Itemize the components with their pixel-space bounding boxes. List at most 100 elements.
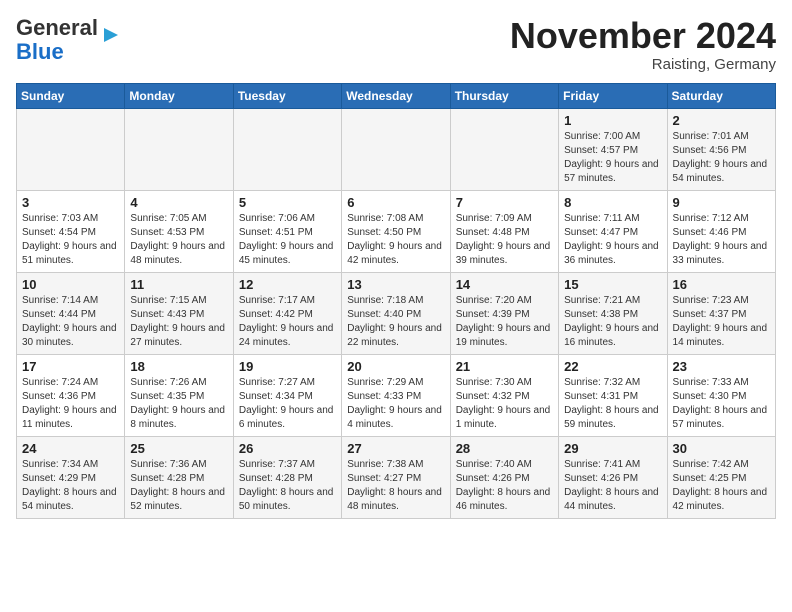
title-block: November 2024 Raisting, Germany bbox=[510, 16, 776, 73]
calendar-cell-w1-d1: 4 Sunrise: 7:05 AM Sunset: 4:53 PM Daylig… bbox=[125, 190, 233, 272]
calendar-cell-w4-d5: 29Sunrise: 7:41 AM Sunset: 4:26 PM Dayli… bbox=[559, 436, 667, 518]
day-info: Sunrise: 7:36 AM Sunset: 4:28 PM Dayligh… bbox=[130, 458, 227, 514]
day-header-saturday: Saturday bbox=[667, 83, 775, 108]
day-info: Sunrise: 7:18 AM Sunset: 4:40 PM Dayligh… bbox=[347, 294, 444, 350]
day-number: 28 bbox=[456, 441, 553, 456]
calendar-cell-w4-d3: 27 Sunrise: 7:38 AM Sunset: 4:27 PM Dayli… bbox=[342, 436, 450, 518]
calendar-cell-w3-d1: 18 Sunrise: 7:26 AM Sunset: 4:35 PM Dayli… bbox=[125, 354, 233, 436]
calendar-cell-w3-d4: 21Sunrise: 7:30 AM Sunset: 4:32 PM Dayli… bbox=[450, 354, 558, 436]
calendar-cell-w2-d4: 14 Sunrise: 7:20 AM Sunset: 4:39 PM Dayli… bbox=[450, 272, 558, 354]
day-info: Sunrise: 7:33 AM Sunset: 4:30 PM Dayligh… bbox=[673, 376, 770, 432]
day-number: 27 bbox=[347, 441, 444, 456]
day-info: Sunrise: 7:23 AM Sunset: 4:37 PM Dayligh… bbox=[673, 294, 770, 350]
calendar-table: SundayMondayTuesdayWednesdayThursdayFrid… bbox=[16, 83, 776, 519]
calendar-cell-w2-d2: 12 Sunrise: 7:17 AM Sunset: 4:42 PM Dayli… bbox=[233, 272, 341, 354]
day-info: Sunrise: 7:00 AM Sunset: 4:57 PM Dayligh… bbox=[564, 130, 661, 186]
calendar-cell-w2-d6: 16 Sunrise: 7:23 AM Sunset: 4:37 PM Dayli… bbox=[667, 272, 775, 354]
location: Raisting, Germany bbox=[510, 56, 776, 73]
calendar-cell-w0-d1 bbox=[125, 108, 233, 190]
day-info: Sunrise: 7:11 AM Sunset: 4:47 PM Dayligh… bbox=[564, 212, 661, 268]
calendar-cell-w1-d5: 8 Sunrise: 7:11 AM Sunset: 4:47 PM Daylig… bbox=[559, 190, 667, 272]
day-info: Sunrise: 7:37 AM Sunset: 4:28 PM Dayligh… bbox=[239, 458, 336, 514]
calendar-cell-w0-d2 bbox=[233, 108, 341, 190]
day-number: 5 bbox=[239, 195, 336, 210]
day-info: Sunrise: 7:08 AM Sunset: 4:50 PM Dayligh… bbox=[347, 212, 444, 268]
day-number: 22 bbox=[564, 359, 661, 374]
calendar-cell-w0-d0 bbox=[17, 108, 125, 190]
day-number: 24 bbox=[22, 441, 119, 456]
day-number: 10 bbox=[22, 277, 119, 292]
calendar-body: 1 Sunrise: 7:00 AM Sunset: 4:57 PM Daylig… bbox=[17, 108, 776, 518]
day-number: 25 bbox=[130, 441, 227, 456]
day-info: Sunrise: 7:27 AM Sunset: 4:34 PM Dayligh… bbox=[239, 376, 336, 432]
day-number: 12 bbox=[239, 277, 336, 292]
day-number: 15 bbox=[564, 277, 661, 292]
calendar-cell-w1-d4: 7Sunrise: 7:09 AM Sunset: 4:48 PM Daylig… bbox=[450, 190, 558, 272]
calendar-cell-w4-d2: 26 Sunrise: 7:37 AM Sunset: 4:28 PM Dayli… bbox=[233, 436, 341, 518]
calendar-cell-w0-d6: 2Sunrise: 7:01 AM Sunset: 4:56 PM Daylig… bbox=[667, 108, 775, 190]
month-title: November 2024 bbox=[510, 16, 776, 56]
day-info: Sunrise: 7:01 AM Sunset: 4:56 PM Dayligh… bbox=[673, 130, 770, 186]
calendar-cell-w3-d3: 20Sunrise: 7:29 AM Sunset: 4:33 PM Dayli… bbox=[342, 354, 450, 436]
calendar-cell-w1-d3: 6 Sunrise: 7:08 AM Sunset: 4:50 PM Daylig… bbox=[342, 190, 450, 272]
day-info: Sunrise: 7:32 AM Sunset: 4:31 PM Dayligh… bbox=[564, 376, 661, 432]
calendar-cell-w1-d0: 3 Sunrise: 7:03 AM Sunset: 4:54 PM Daylig… bbox=[17, 190, 125, 272]
calendar-cell-w4-d4: 28 Sunrise: 7:40 AM Sunset: 4:26 PM Dayli… bbox=[450, 436, 558, 518]
day-info: Sunrise: 7:29 AM Sunset: 4:33 PM Dayligh… bbox=[347, 376, 444, 432]
day-info: Sunrise: 7:40 AM Sunset: 4:26 PM Dayligh… bbox=[456, 458, 553, 514]
calendar-cell-w2-d0: 10 Sunrise: 7:14 AM Sunset: 4:44 PM Dayli… bbox=[17, 272, 125, 354]
logo-general: General bbox=[16, 15, 98, 40]
day-header-sunday: Sunday bbox=[17, 83, 125, 108]
day-info: Sunrise: 7:38 AM Sunset: 4:27 PM Dayligh… bbox=[347, 458, 444, 514]
day-number: 8 bbox=[564, 195, 661, 210]
calendar-cell-w0-d3 bbox=[342, 108, 450, 190]
day-number: 16 bbox=[673, 277, 770, 292]
day-number: 3 bbox=[22, 195, 119, 210]
day-number: 17 bbox=[22, 359, 119, 374]
day-header-wednesday: Wednesday bbox=[342, 83, 450, 108]
day-info: Sunrise: 7:30 AM Sunset: 4:32 PM Dayligh… bbox=[456, 376, 553, 432]
calendar-cell-w1-d2: 5 Sunrise: 7:06 AM Sunset: 4:51 PM Daylig… bbox=[233, 190, 341, 272]
calendar-cell-w4-d1: 25 Sunrise: 7:36 AM Sunset: 4:28 PM Dayli… bbox=[125, 436, 233, 518]
day-info: Sunrise: 7:05 AM Sunset: 4:53 PM Dayligh… bbox=[130, 212, 227, 268]
calendar-cell-w4-d0: 24 Sunrise: 7:34 AM Sunset: 4:29 PM Dayli… bbox=[17, 436, 125, 518]
page-container: General Blue November 2024 Raisting, Ger… bbox=[0, 0, 792, 527]
day-number: 1 bbox=[564, 113, 661, 128]
day-number: 9 bbox=[673, 195, 770, 210]
day-number: 6 bbox=[347, 195, 444, 210]
day-info: Sunrise: 7:26 AM Sunset: 4:35 PM Dayligh… bbox=[130, 376, 227, 432]
day-number: 26 bbox=[239, 441, 336, 456]
day-info: Sunrise: 7:24 AM Sunset: 4:36 PM Dayligh… bbox=[22, 376, 119, 432]
calendar-cell-w2-d1: 11 Sunrise: 7:15 AM Sunset: 4:43 PM Dayli… bbox=[125, 272, 233, 354]
logo-icon bbox=[100, 24, 122, 46]
day-info: Sunrise: 7:03 AM Sunset: 4:54 PM Dayligh… bbox=[22, 212, 119, 268]
day-info: Sunrise: 7:42 AM Sunset: 4:25 PM Dayligh… bbox=[673, 458, 770, 514]
day-info: Sunrise: 7:34 AM Sunset: 4:29 PM Dayligh… bbox=[22, 458, 119, 514]
day-number: 19 bbox=[239, 359, 336, 374]
day-info: Sunrise: 7:06 AM Sunset: 4:51 PM Dayligh… bbox=[239, 212, 336, 268]
day-number: 14 bbox=[456, 277, 553, 292]
day-number: 18 bbox=[130, 359, 227, 374]
calendar-cell-w2-d5: 15 Sunrise: 7:21 AM Sunset: 4:38 PM Dayli… bbox=[559, 272, 667, 354]
day-number: 11 bbox=[130, 277, 227, 292]
day-header-thursday: Thursday bbox=[450, 83, 558, 108]
calendar-cell-w4-d6: 30Sunrise: 7:42 AM Sunset: 4:25 PM Dayli… bbox=[667, 436, 775, 518]
day-info: Sunrise: 7:09 AM Sunset: 4:48 PM Dayligh… bbox=[456, 212, 553, 268]
day-info: Sunrise: 7:12 AM Sunset: 4:46 PM Dayligh… bbox=[673, 212, 770, 268]
day-number: 23 bbox=[673, 359, 770, 374]
day-info: Sunrise: 7:14 AM Sunset: 4:44 PM Dayligh… bbox=[22, 294, 119, 350]
calendar-cell-w1-d6: 9 Sunrise: 7:12 AM Sunset: 4:46 PM Daylig… bbox=[667, 190, 775, 272]
day-header-monday: Monday bbox=[125, 83, 233, 108]
day-info: Sunrise: 7:20 AM Sunset: 4:39 PM Dayligh… bbox=[456, 294, 553, 350]
day-number: 4 bbox=[130, 195, 227, 210]
day-number: 29 bbox=[564, 441, 661, 456]
logo-text: General Blue bbox=[16, 16, 98, 64]
day-info: Sunrise: 7:17 AM Sunset: 4:42 PM Dayligh… bbox=[239, 294, 336, 350]
calendar-cell-w3-d6: 23 Sunrise: 7:33 AM Sunset: 4:30 PM Dayli… bbox=[667, 354, 775, 436]
day-header-friday: Friday bbox=[559, 83, 667, 108]
logo: General Blue bbox=[16, 16, 122, 64]
day-info: Sunrise: 7:21 AM Sunset: 4:38 PM Dayligh… bbox=[564, 294, 661, 350]
calendar-cell-w3-d0: 17 Sunrise: 7:24 AM Sunset: 4:36 PM Dayli… bbox=[17, 354, 125, 436]
calendar-cell-w3-d2: 19 Sunrise: 7:27 AM Sunset: 4:34 PM Dayli… bbox=[233, 354, 341, 436]
day-info: Sunrise: 7:15 AM Sunset: 4:43 PM Dayligh… bbox=[130, 294, 227, 350]
